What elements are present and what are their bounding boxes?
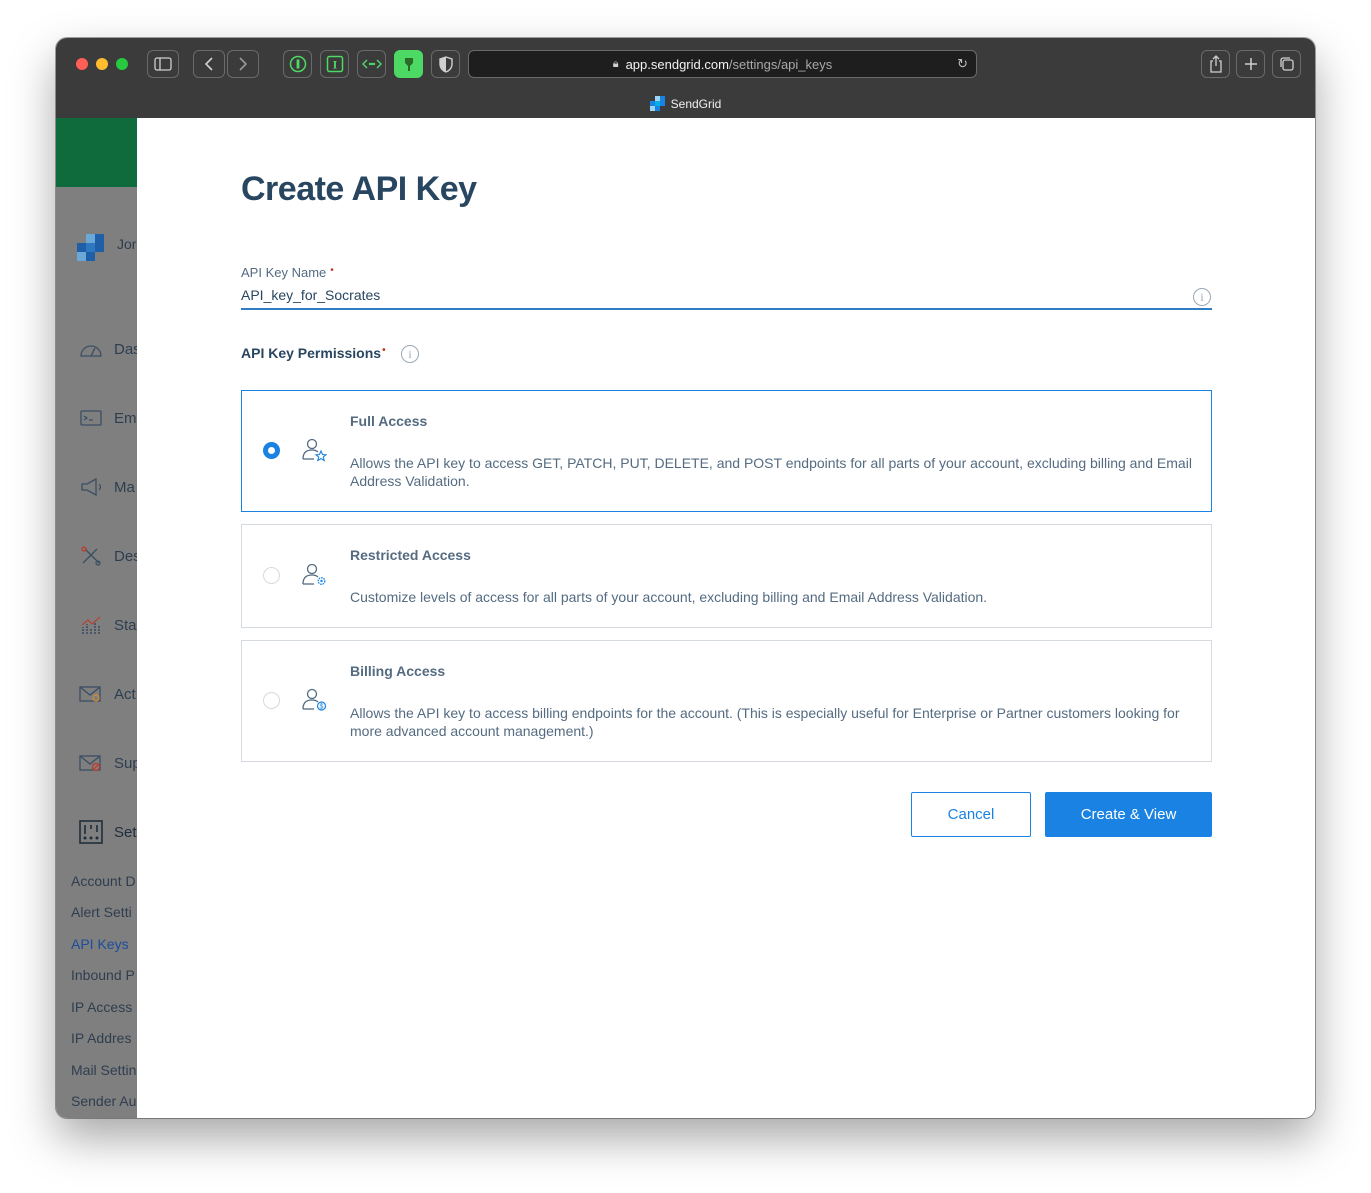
permission-option-restricted-access[interactable]: Restricted Access Customize levels of ac…: [241, 524, 1212, 628]
sidebar-subitem-sender-auth[interactable]: Sender Au: [71, 1093, 136, 1109]
sidebar-subitem-inbound-parse[interactable]: Inbound P: [71, 967, 135, 983]
api-key-name-label-text: API Key Name: [241, 265, 327, 280]
sidebar-item-settings[interactable]: Set: [78, 820, 137, 844]
svg-text:I: I: [332, 58, 337, 72]
restricted-access-title: Restricted Access: [350, 547, 471, 563]
forward-icon[interactable]: [227, 50, 259, 78]
privacy-shield-icon[interactable]: [431, 50, 460, 78]
restricted-access-description: Customize levels of access for all parts…: [350, 589, 988, 605]
close-window-button[interactable]: [76, 58, 88, 70]
sidebar-item-label: Sup: [114, 754, 137, 772]
sendgrid-logo-icon: [649, 96, 665, 111]
restricted-access-radio[interactable]: [263, 567, 280, 584]
api-key-name-label: API Key Name •: [241, 265, 334, 280]
sidebar-subitem-ip-addresses[interactable]: IP Addres: [71, 1030, 131, 1046]
sidebar-item-email-api[interactable]: Em: [78, 406, 137, 430]
required-mark: •: [382, 345, 386, 356]
sidebar-subitem-ip-access[interactable]: IP Access: [71, 999, 132, 1015]
create-api-key-panel: Create API Key API Key Name• i API Key P…: [137, 118, 1315, 1118]
page-title: Create API Key: [241, 170, 477, 208]
sidebar-item-dashboard[interactable]: Das: [78, 337, 137, 361]
instapaper-icon[interactable]: I: [320, 50, 349, 78]
address-bar[interactable]: 🔒︎ app.sendgrid.com/settings/api_keys ↻: [468, 50, 977, 78]
url-host: app.sendgrid.com: [625, 56, 729, 72]
suppressions-icon: [78, 752, 104, 774]
share-icon[interactable]: [1201, 50, 1230, 78]
sidebar: Jor Das Em Ma Des Sta Act Sup Set Accoun…: [56, 118, 137, 1118]
sidebar-item-design[interactable]: Des: [78, 544, 137, 568]
sidebar-item-activity[interactable]: Act: [78, 682, 137, 706]
megaphone-icon: [78, 476, 104, 498]
password-manager-icon[interactable]: [283, 50, 312, 78]
code-injector-icon[interactable]: [357, 50, 386, 78]
full-access-title: Full Access: [350, 413, 428, 429]
settings-icon: [78, 820, 104, 844]
sidebar-item-label: Des: [114, 547, 137, 565]
permission-option-billing-access[interactable]: $ Billing Access Allows the API key to a…: [241, 640, 1212, 762]
permission-option-full-access[interactable]: Full Access Allows the API key to access…: [241, 390, 1212, 512]
api-key-permissions-label-text: API Key Permissions: [241, 345, 382, 361]
full-access-description: Allows the API key to access GET, PATCH,…: [350, 455, 1192, 489]
activity-icon: [78, 683, 104, 705]
sidebar-item-marketing[interactable]: Ma: [78, 475, 137, 499]
user-dollar-icon: $: [302, 687, 328, 713]
billing-access-title: Billing Access: [350, 663, 446, 679]
sidebar-subitem-mail-settings[interactable]: Mail Settin: [71, 1062, 136, 1078]
extension-icon[interactable]: [394, 50, 423, 78]
user-gear-icon: [302, 562, 328, 588]
billing-access-description: Allows the API key to access billing end…: [350, 705, 1180, 739]
user-star-icon: [302, 437, 328, 463]
sidebar-item-label: Act: [114, 685, 136, 703]
svg-text:$: $: [320, 704, 324, 711]
sidebar-toggle-icon[interactable]: [147, 50, 179, 78]
active-tab[interactable]: SendGrid: [56, 96, 1315, 111]
full-access-radio[interactable]: [263, 442, 280, 459]
sidebar-subitem-api-keys[interactable]: API Keys: [71, 936, 129, 952]
back-icon[interactable]: [193, 50, 225, 78]
email-api-icon: [78, 407, 104, 429]
api-key-permissions-label: API Key Permissions•: [241, 345, 386, 361]
api-key-name-input[interactable]: [241, 282, 1212, 310]
tab-overview-icon[interactable]: [1272, 50, 1301, 78]
sidebar-item-stats[interactable]: Sta: [78, 613, 137, 637]
account-name[interactable]: Jor: [117, 236, 136, 252]
new-tab-icon[interactable]: [1236, 50, 1265, 78]
sidebar-item-label: Sta: [114, 616, 137, 634]
url-path: /settings/api_keys: [728, 56, 833, 72]
lock-icon: 🔒︎: [612, 57, 619, 70]
reload-icon[interactable]: ↻: [957, 56, 968, 72]
browser-window: I 🔒︎ app.sendgrid.com/settings/api_keys …: [56, 38, 1315, 1118]
sidebar-item-label: Set: [114, 823, 137, 841]
info-icon[interactable]: i: [1193, 288, 1211, 306]
browser-toolbar: I 🔒︎ app.sendgrid.com/settings/api_keys …: [56, 38, 1315, 118]
dashboard-icon: [78, 338, 104, 360]
minimize-window-button[interactable]: [96, 58, 108, 70]
sidebar-header-banner: [56, 118, 137, 187]
stats-icon: [78, 614, 104, 636]
billing-access-radio[interactable]: [263, 692, 280, 709]
sidebar-item-label: Ma: [114, 478, 135, 496]
sidebar-subitem-alert-settings[interactable]: Alert Setti: [71, 904, 132, 920]
info-icon[interactable]: i: [401, 345, 419, 363]
sidebar-item-label: Das: [114, 340, 137, 358]
sidebar-subitem-account-details[interactable]: Account D: [71, 873, 136, 889]
required-mark: •: [330, 265, 334, 276]
account-logo-icon: [77, 234, 105, 262]
sidebar-item-suppressions[interactable]: Sup: [78, 751, 137, 775]
sidebar-item-label: Em: [114, 409, 137, 427]
design-icon: [78, 545, 104, 567]
zoom-window-button[interactable]: [116, 58, 128, 70]
tab-title: SendGrid: [670, 96, 722, 111]
create-and-view-button[interactable]: Create & View: [1045, 792, 1212, 837]
cancel-button[interactable]: Cancel: [911, 792, 1031, 837]
